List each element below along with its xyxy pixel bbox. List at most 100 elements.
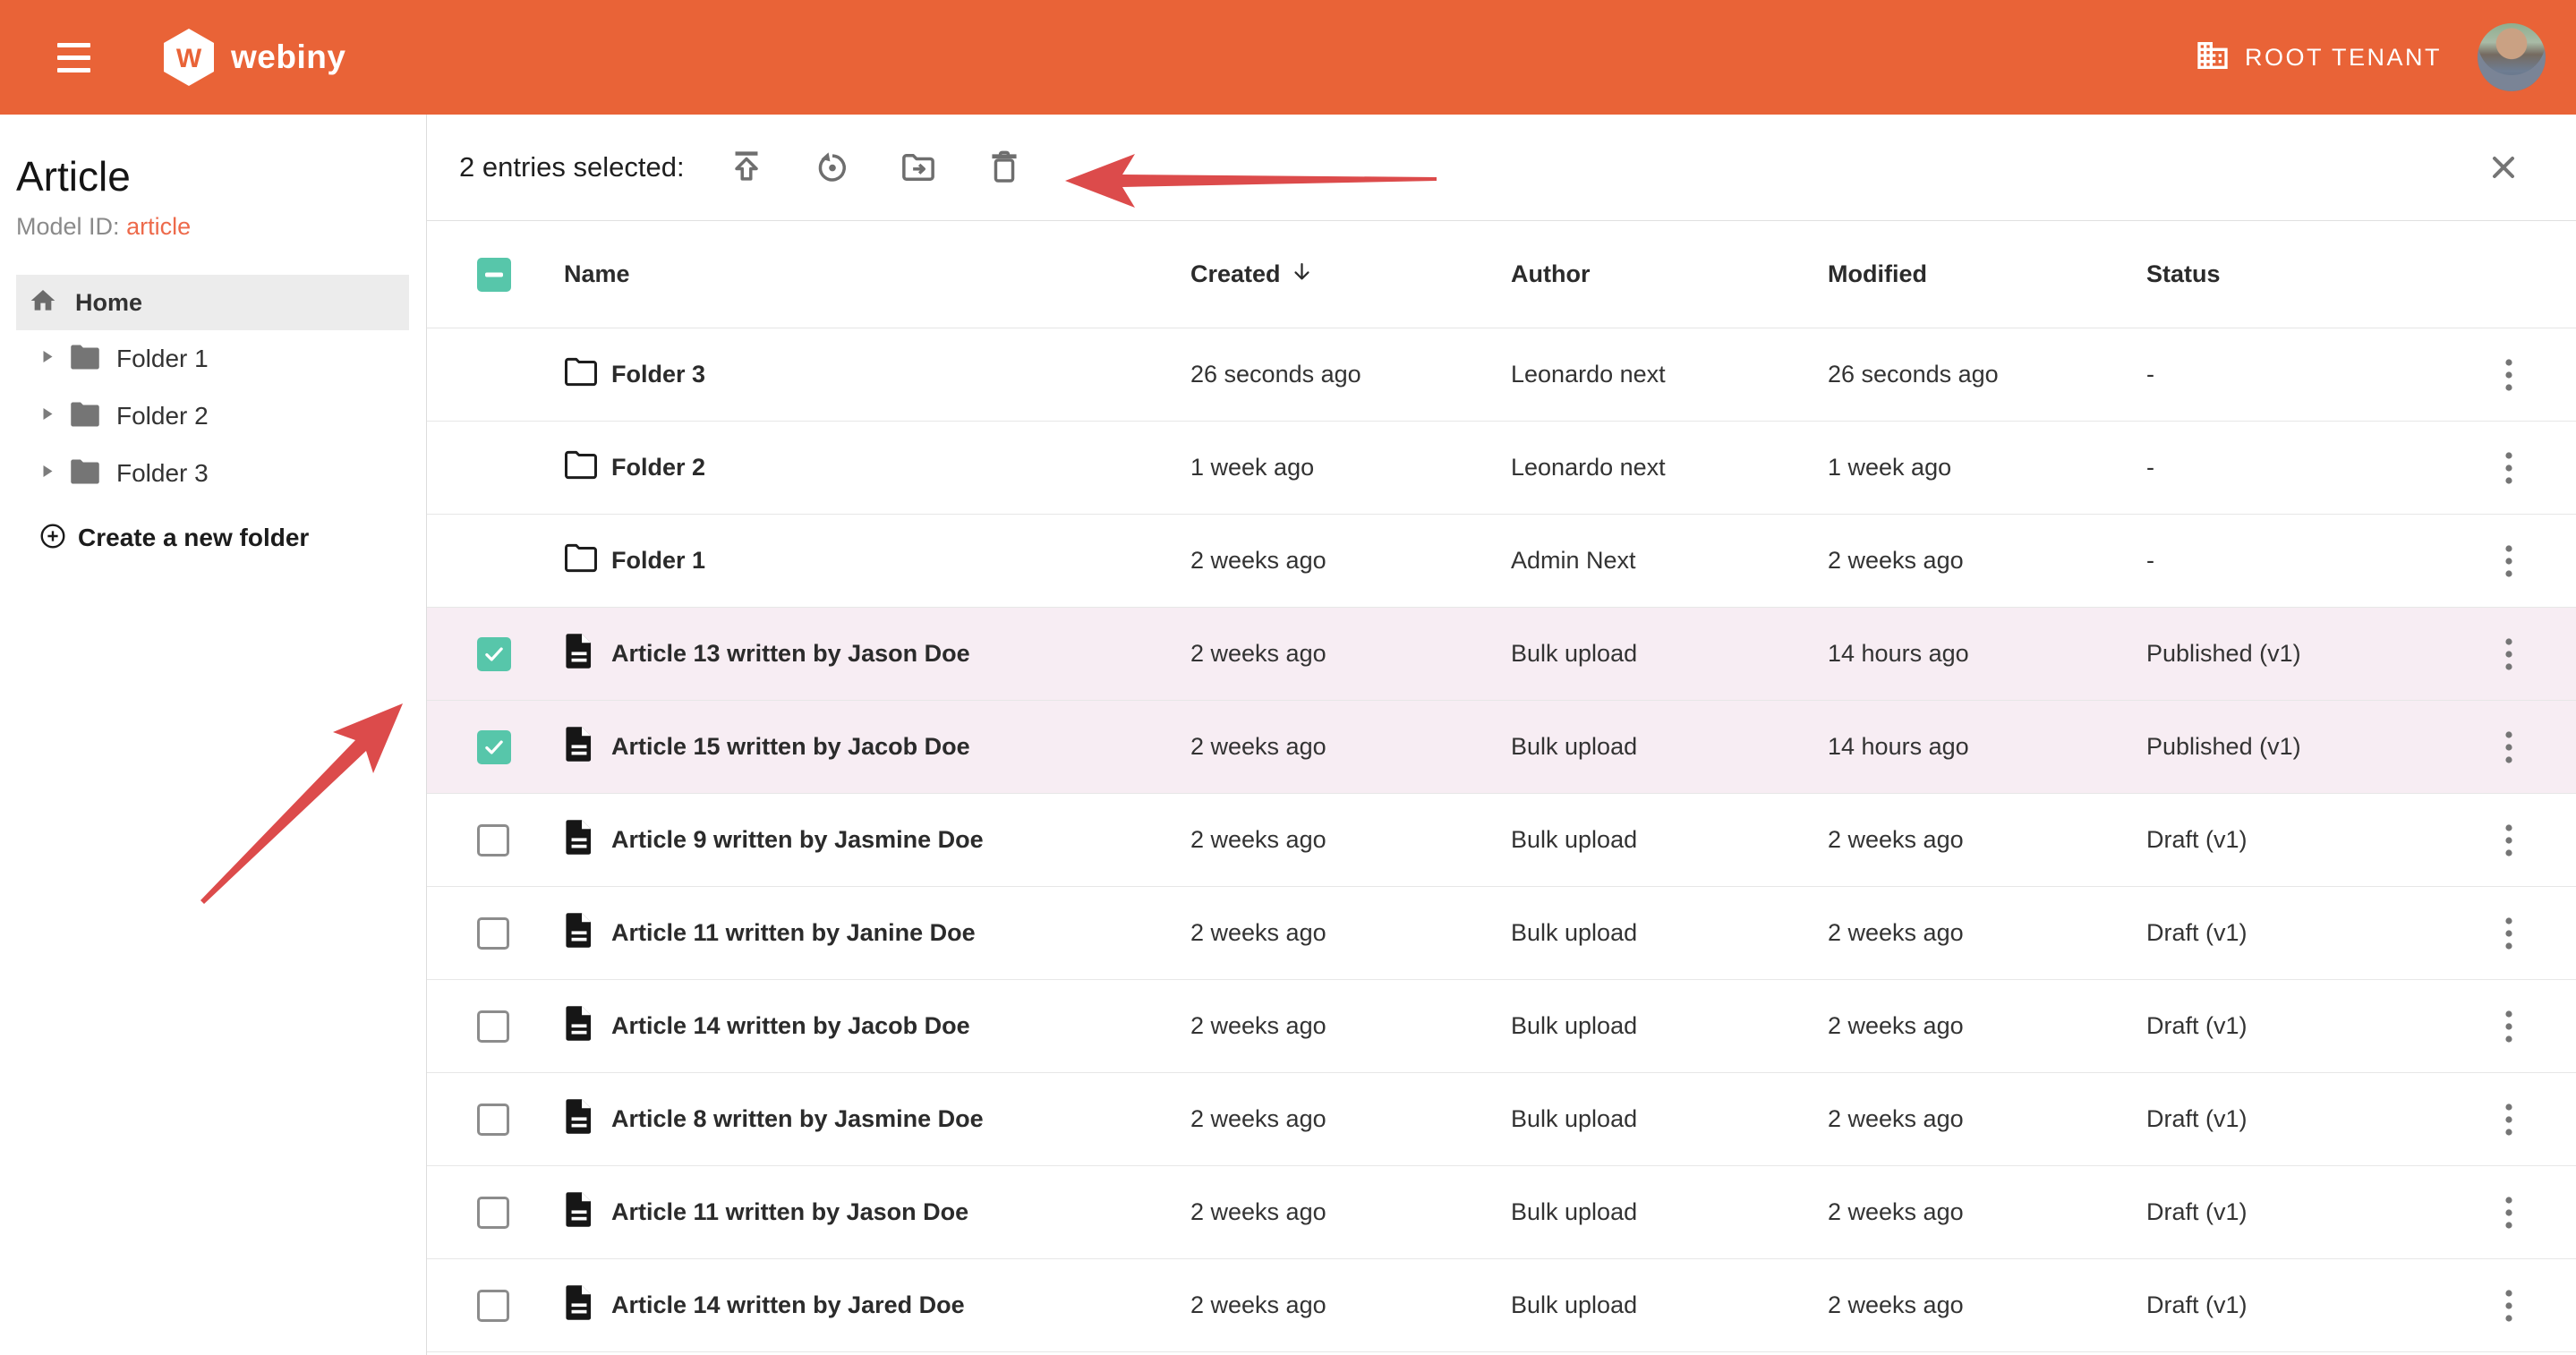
row-menu-kebab-icon[interactable]: [2495, 907, 2522, 960]
row-created: 26 seconds ago: [1190, 361, 1511, 388]
column-header-author[interactable]: Author: [1511, 260, 1828, 288]
row-modified: 2 weeks ago: [1828, 1291, 2146, 1319]
row-checkbox[interactable]: [477, 1010, 509, 1043]
row-author: Bulk upload: [1511, 919, 1828, 947]
row-modified: 2 weeks ago: [1828, 919, 2146, 947]
row-menu-kebab-icon[interactable]: [2495, 1093, 2522, 1146]
sidebar-item-folder-3[interactable]: Folder 3: [0, 445, 426, 502]
row-name[interactable]: Article 14 written by Jared Doe: [611, 1291, 1190, 1319]
row-menu-kebab-icon[interactable]: [2495, 1000, 2522, 1053]
table-row[interactable]: Folder 2 1 week ago Leonardo next 1 week…: [427, 422, 2576, 515]
column-header-created[interactable]: Created: [1190, 260, 1511, 290]
document-icon: [564, 742, 594, 769]
selected-count-text: 2 entries selected:: [459, 151, 685, 183]
table-row-selected[interactable]: Article 15 written by Jacob Doe 2 weeks …: [427, 701, 2576, 794]
create-folder-button[interactable]: Create a new folder: [0, 509, 426, 567]
row-menu-kebab-icon[interactable]: [2495, 348, 2522, 402]
row-name[interactable]: Article 14 written by Jacob Doe: [611, 1012, 1190, 1040]
column-header-name[interactable]: Name: [564, 260, 1190, 288]
sidebar-item-home[interactable]: Home: [16, 275, 409, 330]
row-name[interactable]: Article 11 written by Jason Doe: [611, 1198, 1190, 1226]
row-modified: 2 weeks ago: [1828, 1012, 2146, 1040]
table-row[interactable]: Article 14 written by Jacob Doe 2 weeks …: [427, 980, 2576, 1073]
model-id-label: Model ID:: [16, 213, 120, 240]
row-menu-kebab-icon[interactable]: [2495, 534, 2522, 588]
row-status: Draft (v1): [2146, 1012, 2441, 1040]
sidebar-item-label: Home: [75, 289, 142, 317]
row-checkbox-checked[interactable]: [477, 637, 511, 671]
brand-wordmark: webiny: [231, 38, 345, 76]
row-created: 2 weeks ago: [1190, 1012, 1511, 1040]
row-menu-kebab-icon[interactable]: [2495, 1279, 2522, 1333]
table-row[interactable]: Article 11 written by Jason Doe 2 weeks …: [427, 1166, 2576, 1259]
row-modified: 26 seconds ago: [1828, 361, 2146, 388]
row-checkbox-checked[interactable]: [477, 730, 511, 764]
row-name[interactable]: Article 13 written by Jason Doe: [611, 640, 1190, 668]
row-name[interactable]: Folder 2: [611, 454, 1190, 481]
close-icon[interactable]: [2483, 147, 2524, 188]
row-menu-kebab-icon[interactable]: [2495, 814, 2522, 867]
hamburger-menu-icon[interactable]: [45, 29, 102, 86]
content-area: 2 entries selected:: [427, 115, 2576, 1355]
row-author: Bulk upload: [1511, 826, 1828, 854]
table-row[interactable]: Folder 1 2 weeks ago Admin Next 2 weeks …: [427, 515, 2576, 608]
document-icon: [564, 649, 594, 676]
chevron-right-icon[interactable]: [42, 464, 54, 482]
table-row[interactable]: Article 11 written by Janine Doe 2 weeks…: [427, 887, 2576, 980]
column-header-modified[interactable]: Modified: [1828, 260, 2146, 288]
avatar[interactable]: [2478, 23, 2546, 91]
chevron-right-icon[interactable]: [42, 350, 54, 368]
document-icon: [564, 1114, 594, 1141]
row-menu-kebab-icon[interactable]: [2495, 441, 2522, 495]
row-modified: 14 hours ago: [1828, 733, 2146, 761]
sidebar-item-folder-1[interactable]: Folder 1: [0, 330, 426, 388]
sidebar: Article Model ID: article Home: [0, 115, 427, 1355]
model-id-value[interactable]: article: [126, 213, 191, 240]
row-author: Bulk upload: [1511, 1012, 1828, 1040]
tenant-label: ROOT TENANT: [2245, 44, 2442, 72]
table-row[interactable]: Article 8 written by Jasmine Doe 2 weeks…: [427, 1073, 2576, 1166]
row-author: Leonardo next: [1511, 361, 1828, 388]
row-checkbox[interactable]: [477, 1197, 509, 1229]
delete-icon[interactable]: [984, 147, 1025, 188]
row-status: Published (v1): [2146, 640, 2441, 668]
row-status: -: [2146, 547, 2441, 575]
row-name[interactable]: Article 9 written by Jasmine Doe: [611, 826, 1190, 854]
row-menu-kebab-icon[interactable]: [2495, 1186, 2522, 1240]
table-row[interactable]: Folder 3 26 seconds ago Leonardo next 26…: [427, 328, 2576, 422]
row-author: Bulk upload: [1511, 733, 1828, 761]
table-row-selected[interactable]: Article 13 written by Jason Doe 2 weeks …: [427, 608, 2576, 701]
unpublish-icon[interactable]: [812, 147, 853, 188]
row-author: Leonardo next: [1511, 454, 1828, 481]
row-status: Draft (v1): [2146, 1291, 2441, 1319]
chevron-right-icon[interactable]: [42, 407, 54, 425]
move-to-folder-icon[interactable]: [898, 147, 939, 188]
row-checkbox[interactable]: [477, 824, 509, 856]
row-checkbox[interactable]: [477, 917, 509, 950]
row-name[interactable]: Article 8 written by Jasmine Doe: [611, 1105, 1190, 1133]
sidebar-item-label: Folder 3: [116, 459, 209, 488]
row-modified: 2 weeks ago: [1828, 1105, 2146, 1133]
row-name[interactable]: Folder 1: [611, 547, 1190, 575]
row-name[interactable]: Article 11 written by Janine Doe: [611, 919, 1190, 947]
row-name[interactable]: Article 15 written by Jacob Doe: [611, 733, 1190, 761]
sidebar-item-folder-2[interactable]: Folder 2: [0, 388, 426, 445]
row-menu-kebab-icon[interactable]: [2495, 720, 2522, 774]
row-menu-kebab-icon[interactable]: [2495, 627, 2522, 681]
column-header-status[interactable]: Status: [2146, 260, 2441, 288]
row-name[interactable]: Folder 3: [611, 361, 1190, 388]
row-checkbox[interactable]: [477, 1290, 509, 1322]
select-all-checkbox[interactable]: [477, 258, 511, 292]
row-created: 2 weeks ago: [1190, 826, 1511, 854]
row-status: Draft (v1): [2146, 919, 2441, 947]
tenant-selector[interactable]: ROOT TENANT: [2195, 38, 2442, 78]
bulk-actions-toolbar: 2 entries selected:: [427, 115, 2576, 221]
publish-icon[interactable]: [726, 147, 767, 188]
table-row[interactable]: Article 9 written by Jasmine Doe 2 weeks…: [427, 794, 2576, 887]
document-icon: [564, 928, 594, 955]
table-row[interactable]: Article 14 written by Jared Doe 2 weeks …: [427, 1259, 2576, 1352]
row-checkbox[interactable]: [477, 1104, 509, 1136]
circle-plus-icon: [38, 522, 67, 555]
app-bar: W webiny ROOT TENANT: [0, 0, 2576, 115]
folder-icon: [69, 343, 101, 376]
